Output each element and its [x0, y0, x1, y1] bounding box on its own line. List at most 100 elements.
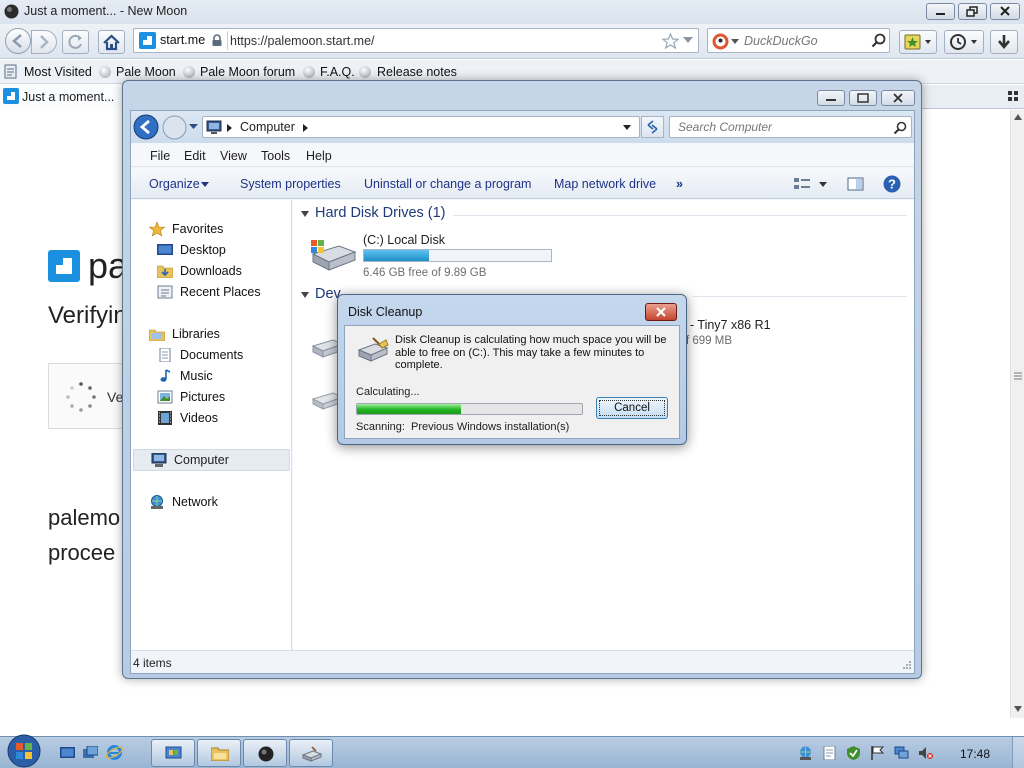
taskbar-disk-cleanup[interactable]: [289, 739, 333, 767]
tab-list-icon[interactable]: [1008, 91, 1020, 103]
scroll-grip-icon[interactable]: [1014, 372, 1022, 380]
view-options-icon[interactable]: [793, 177, 811, 191]
breadcrumb-next-icon[interactable]: [303, 124, 308, 132]
scroll-down-icon[interactable]: [1014, 706, 1022, 712]
collapse-hdd-icon[interactable]: [301, 211, 309, 218]
map-network-drive-button[interactable]: Map network drive: [554, 177, 656, 191]
organize-button[interactable]: Organize: [149, 177, 200, 191]
navigation-pane: Favorites Desktop Downloads Recent Place…: [131, 200, 292, 650]
explorer-menu-bar: File Edit View Tools Help: [131, 145, 914, 167]
system-properties-button[interactable]: System properties: [240, 177, 341, 191]
organize-dropdown-icon[interactable]: [201, 182, 209, 187]
menu-tools[interactable]: Tools: [261, 149, 290, 163]
bookmark-release-notes[interactable]: Release notes: [377, 65, 457, 79]
url-dropdown-icon[interactable]: [683, 37, 693, 45]
forward-button[interactable]: [31, 30, 57, 54]
downloads-button[interactable]: [990, 30, 1018, 54]
section-hard-disk-drives: Hard Disk Drives (1): [315, 205, 446, 221]
network-status-icon[interactable]: [894, 746, 909, 760]
dialog-close-button[interactable]: [645, 303, 677, 321]
pale-moon-bookmark-icon: [99, 66, 111, 78]
start-button-icon[interactable]: [4, 733, 44, 768]
tab-just-a-moment[interactable]: Just a moment...: [0, 85, 128, 109]
minimize-button[interactable]: [926, 3, 955, 20]
start-me-tab-icon: [3, 88, 19, 104]
breadcrumb-arrow-icon[interactable]: [227, 124, 232, 132]
more-commands-button[interactable]: »: [676, 177, 683, 191]
explorer-search-placeholder: Search Computer: [678, 120, 773, 134]
nav-computer-selected[interactable]: Computer: [133, 449, 290, 471]
bookmark-most-visited[interactable]: Most Visited: [24, 65, 92, 79]
preview-pane-icon[interactable]: [847, 177, 864, 191]
reload-button[interactable]: [62, 30, 89, 54]
internet-explorer-icon[interactable]: [106, 744, 123, 761]
security-tray-icon[interactable]: [846, 746, 861, 760]
taskbar-clock[interactable]: 17:48: [960, 747, 990, 761]
help-icon[interactable]: ?: [883, 175, 901, 193]
explorer-maximize-button[interactable]: [849, 90, 877, 106]
menu-help[interactable]: Help: [306, 149, 332, 163]
menu-view[interactable]: View: [220, 149, 247, 163]
action-center-flag-icon[interactable]: [870, 746, 885, 760]
taskbar-explorer[interactable]: [197, 739, 241, 767]
local-disk-free: 6.46 GB free of 9.89 GB: [363, 267, 487, 279]
search-icon[interactable]: [871, 33, 886, 48]
disk-usage-bar: [363, 249, 552, 262]
document-tray-icon[interactable]: [822, 746, 837, 760]
explorer-search-icon[interactable]: [893, 121, 907, 135]
menu-edit[interactable]: Edit: [184, 149, 206, 163]
start-me-icon: [139, 32, 156, 49]
cancel-button[interactable]: Cancel: [596, 397, 668, 419]
taskbar-browser[interactable]: [243, 739, 287, 767]
close-button[interactable]: [990, 3, 1020, 20]
history-menu-button[interactable]: [944, 30, 984, 54]
explorer-forward-icon[interactable]: [162, 115, 187, 140]
explorer-address-bar[interactable]: Computer: [202, 116, 640, 138]
pictures-icon: [157, 390, 173, 404]
restore-button[interactable]: [958, 3, 987, 20]
view-dropdown-icon[interactable]: [819, 182, 827, 187]
explorer-search-box[interactable]: Search Computer: [669, 116, 912, 138]
page-scrollbar[interactable]: [1010, 110, 1024, 718]
explorer-minimize-button[interactable]: [817, 90, 845, 106]
local-disk-item[interactable]: (C:) Local Disk 6.46 GB free of 9.89 GB: [305, 230, 565, 280]
bookmarks-menu-button[interactable]: [899, 30, 937, 54]
explorer-close-button[interactable]: [881, 90, 915, 106]
explorer-back-icon[interactable]: [133, 114, 159, 140]
menu-file[interactable]: File: [150, 149, 170, 163]
breadcrumb-computer[interactable]: Computer: [240, 120, 295, 134]
uninstall-program-button[interactable]: Uninstall or change a program: [364, 177, 531, 191]
back-button[interactable]: [5, 28, 31, 54]
network-tray-icon[interactable]: [798, 746, 813, 760]
pale-moon-icon: [4, 4, 19, 19]
bookmark-pale-moon[interactable]: Pale Moon: [116, 65, 176, 79]
bookmark-star-icon[interactable]: [662, 33, 679, 49]
taskbar-control-panel[interactable]: [151, 739, 195, 767]
taskbar: 17:48: [0, 733, 1024, 768]
volume-muted-icon[interactable]: [918, 746, 933, 760]
address-dropdown-icon[interactable]: [623, 125, 631, 130]
scroll-up-icon[interactable]: [1014, 114, 1022, 120]
resize-grip-icon[interactable]: [902, 660, 912, 670]
status-item-count: 4 items: [133, 656, 172, 670]
removable-drive-name[interactable]: - Tiny7 x86 R1: [690, 318, 771, 332]
home-button[interactable]: [98, 30, 125, 54]
bookmark-pale-moon-forum[interactable]: Pale Moon forum: [200, 65, 295, 79]
show-desktop-quicklaunch-icon[interactable]: [60, 746, 75, 760]
computer-small-icon: [206, 120, 222, 134]
refresh-button[interactable]: [641, 116, 664, 138]
release-notes-bookmark-icon: [359, 66, 371, 78]
bookmark-faq[interactable]: F.A.Q.: [320, 65, 355, 79]
site-identity-box[interactable]: start.me: [136, 31, 228, 50]
search-box[interactable]: DuckDuckGo: [707, 28, 890, 53]
url-bar[interactable]: start.me https://palemoon.start.me/: [133, 28, 699, 53]
switch-windows-icon[interactable]: [83, 746, 98, 760]
url-text: https://palemoon.start.me/: [230, 34, 375, 48]
show-desktop-button[interactable]: [1012, 737, 1024, 768]
collapse-devices-icon[interactable]: [301, 292, 309, 299]
engine-dropdown-icon[interactable]: [731, 39, 739, 45]
recent-pages-dropdown-icon[interactable]: [189, 124, 198, 130]
lock-icon: [212, 34, 222, 46]
verification-text: Ve: [107, 389, 124, 405]
desktop-icon: [157, 244, 173, 255]
